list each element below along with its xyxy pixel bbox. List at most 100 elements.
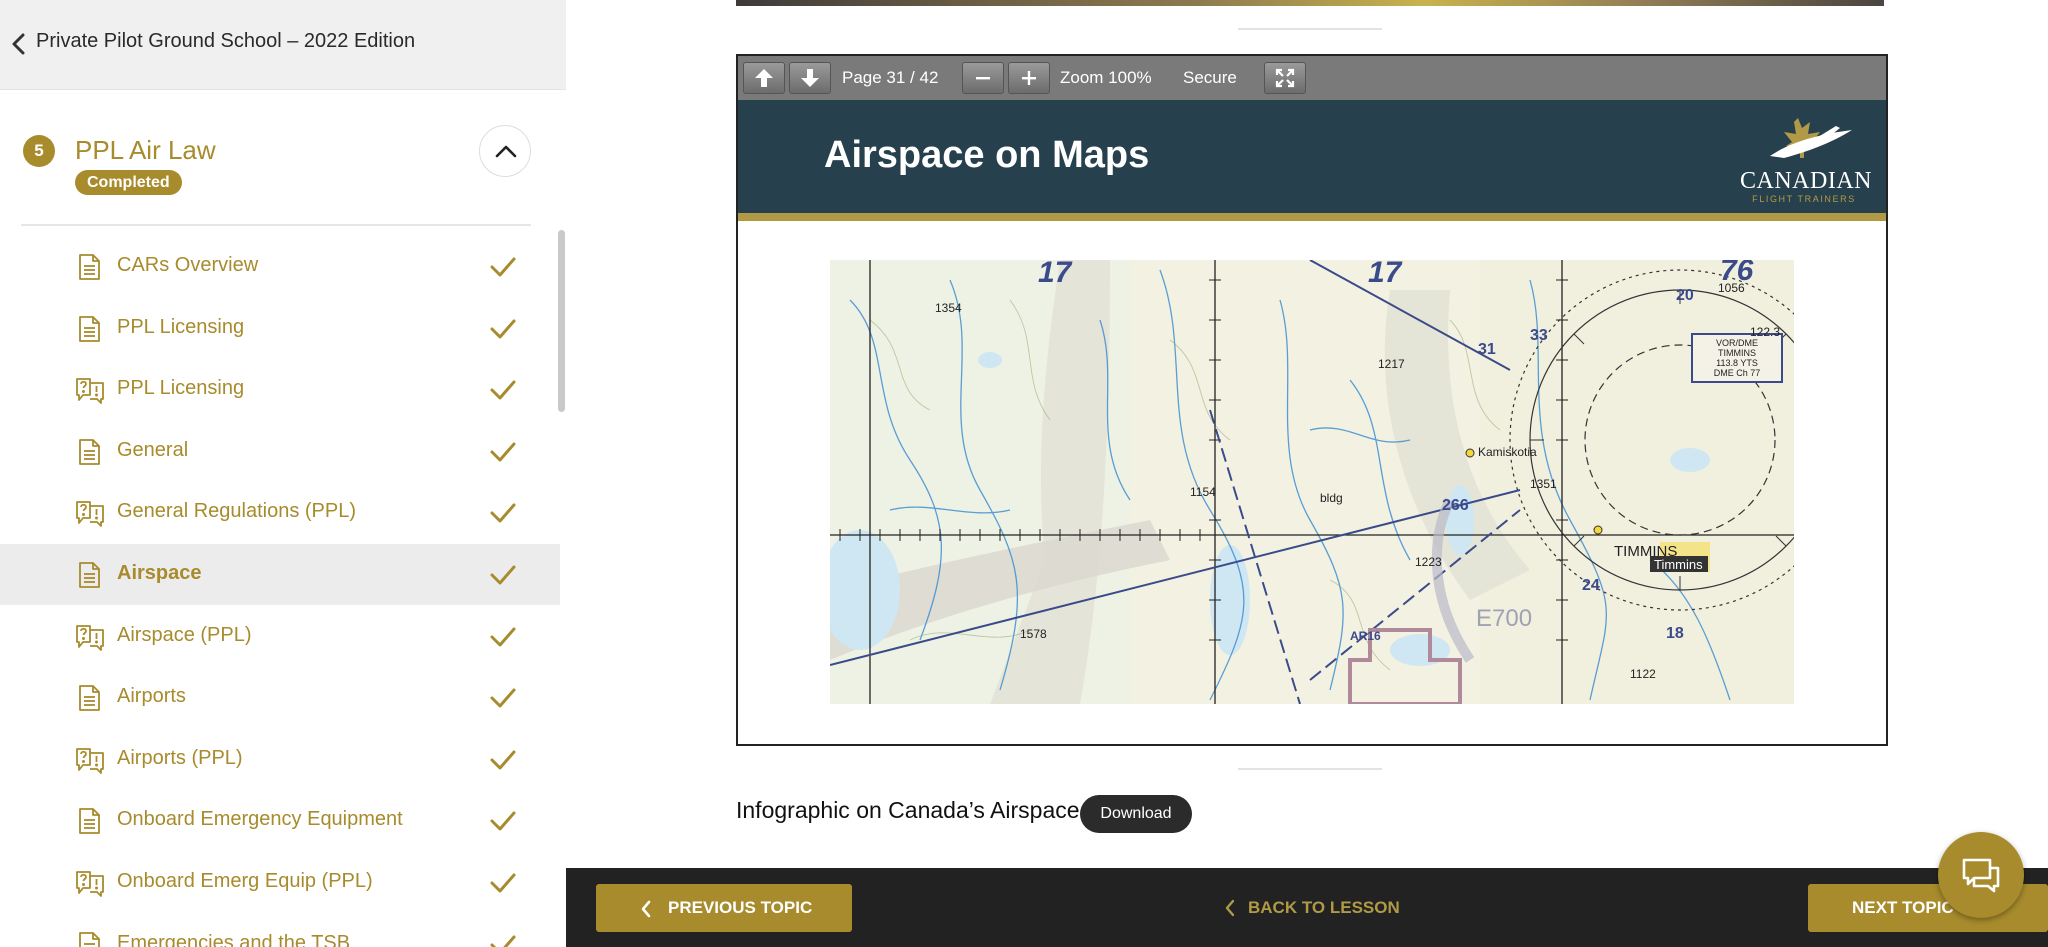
svg-text:17: 17 — [1368, 260, 1403, 289]
quiz-icon — [74, 745, 104, 775]
maple-leaf-plane-icon — [1770, 118, 1852, 158]
brand-name: CANADIAN — [1740, 168, 1872, 194]
check-icon — [489, 808, 517, 834]
checkmark-icon — [490, 688, 516, 708]
plus-icon — [1022, 71, 1036, 85]
lesson-number: 5 — [23, 135, 55, 167]
topic-label[interactable]: General Regulations (PPL) — [117, 500, 356, 523]
svg-text:Kamiskotia: Kamiskotia — [1478, 445, 1537, 459]
page-indicator: Page 31 / 42 — [842, 68, 939, 87]
chevron-left-icon[interactable] — [8, 31, 30, 57]
topic-item[interactable]: Airspace (PPL) — [0, 606, 560, 667]
topic-label[interactable]: General — [117, 439, 188, 462]
topic-item[interactable]: Airports (PPL) — [0, 729, 560, 790]
svg-text:bldg: bldg — [1320, 491, 1343, 505]
svg-text:113.8 YTS: 113.8 YTS — [1716, 358, 1758, 368]
topic-item[interactable]: Emergencies and the TSB — [0, 914, 560, 947]
svg-text:24: 24 — [1582, 577, 1600, 594]
divider — [1238, 28, 1382, 30]
previous-topic-button[interactable]: PREVIOUS TOPIC — [596, 884, 852, 932]
chevron-up-icon — [495, 145, 517, 158]
topic-item[interactable]: PPL Licensing — [0, 359, 560, 420]
topic-item[interactable]: Airspace — [0, 544, 560, 605]
svg-text:Timmins: Timmins — [1654, 557, 1703, 572]
topic-label[interactable]: Airports — [117, 685, 186, 708]
divider — [21, 224, 531, 226]
checkmark-icon — [490, 811, 516, 831]
topic-label[interactable]: PPL Licensing — [117, 377, 244, 400]
svg-text:AR16: AR16 — [1350, 629, 1381, 643]
chat-button[interactable] — [1938, 832, 2024, 918]
svg-text:17: 17 — [1038, 260, 1073, 289]
topic-label[interactable]: Emergencies and the TSB — [117, 932, 350, 947]
document-icon — [74, 930, 104, 947]
fullscreen-button[interactable] — [1264, 62, 1306, 94]
topic-item[interactable]: Onboard Emergency Equipment — [0, 790, 560, 851]
check-icon — [489, 316, 517, 342]
topic-label[interactable]: Onboard Emergency Equipment — [117, 808, 403, 831]
document-icon — [74, 437, 104, 467]
topic-label[interactable]: Airspace (PPL) — [117, 624, 252, 647]
topic-label[interactable]: CARs Overview — [117, 254, 258, 277]
check-icon — [489, 932, 517, 947]
course-header: Private Pilot Ground School – 2022 Editi… — [0, 0, 566, 90]
brand-tagline: FLIGHT TRAINERS — [1752, 194, 1856, 204]
topic-item[interactable]: Onboard Emerg Equip (PPL) — [0, 852, 560, 913]
next-page-button[interactable] — [789, 62, 831, 94]
chevron-left-icon — [641, 900, 651, 918]
svg-text:VOR/DME: VOR/DME — [1716, 338, 1758, 348]
arrow-up-icon — [755, 69, 773, 87]
status-badge: Completed — [75, 170, 182, 195]
svg-text:1223: 1223 — [1415, 555, 1442, 569]
zoom-level: Zoom 100% — [1060, 68, 1152, 87]
zoom-in-button[interactable] — [1008, 62, 1050, 94]
chevron-left-icon — [1225, 899, 1235, 917]
svg-text:266: 266 — [1442, 497, 1469, 514]
svg-text:18: 18 — [1666, 625, 1684, 642]
document-icon — [74, 683, 104, 713]
topic-navigation-bar: PREVIOUS TOPIC BACK TO LESSON NEXT TOPIC — [566, 832, 2048, 947]
quiz-icon — [74, 622, 104, 652]
svg-text:1351: 1351 — [1530, 477, 1557, 491]
zoom-out-button[interactable] — [962, 62, 1004, 94]
check-icon — [489, 377, 517, 403]
pdf-toolbar: Page 31 / 42 Zoom 100% Secure — [738, 56, 1886, 100]
topic-label[interactable]: Airports (PPL) — [117, 747, 243, 770]
attachment-caption: Infographic on Canada’s Airspace — [736, 797, 1080, 823]
quiz-icon — [74, 375, 104, 405]
checkmark-icon — [490, 873, 516, 893]
topic-item[interactable]: General — [0, 421, 560, 482]
previous-image-edge — [736, 0, 1884, 6]
svg-text:1217: 1217 — [1378, 357, 1405, 371]
topic-item[interactable]: General Regulations (PPL) — [0, 482, 560, 543]
download-button[interactable]: Download — [1080, 795, 1192, 833]
divider — [1238, 768, 1382, 770]
course-title[interactable]: Private Pilot Ground School – 2022 Editi… — [36, 30, 415, 53]
svg-text:TIMMINS: TIMMINS — [1718, 348, 1756, 358]
svg-text:1578: 1578 — [1020, 627, 1047, 641]
checkmark-icon — [490, 380, 516, 400]
topic-label[interactable]: Airspace — [117, 562, 202, 585]
quiz-icon — [74, 868, 104, 898]
topic-item[interactable]: CARs Overview — [0, 236, 560, 297]
lesson-header[interactable]: 5 PPL Air Law Completed — [0, 92, 560, 224]
document-icon — [74, 806, 104, 836]
lesson-collapse-button[interactable] — [479, 125, 531, 177]
checkmark-icon — [490, 503, 516, 523]
previous-page-button[interactable] — [743, 62, 785, 94]
svg-text:1354: 1354 — [935, 301, 962, 315]
pdf-viewer: Page 31 / 42 Zoom 100% Secure Airspace o… — [736, 54, 1888, 746]
svg-text:1154: 1154 — [1190, 485, 1216, 499]
back-to-lesson-link[interactable]: BACK TO LESSON — [1225, 898, 1400, 918]
svg-text:20: 20 — [1676, 287, 1694, 304]
checkmark-icon — [490, 627, 516, 647]
svg-text:E700: E700 — [1476, 605, 1532, 632]
sidebar-scrollbar[interactable] — [558, 230, 565, 412]
slide-header: Airspace on Maps CANADIAN FLIGHT TRAINER… — [738, 100, 1886, 221]
lesson-title[interactable]: PPL Air Law — [75, 135, 216, 166]
topic-label[interactable]: PPL Licensing — [117, 316, 244, 339]
topic-label[interactable]: Onboard Emerg Equip (PPL) — [117, 870, 373, 893]
topic-item[interactable]: PPL Licensing — [0, 298, 560, 359]
topic-item[interactable]: Airports — [0, 667, 560, 728]
svg-text:31: 31 — [1478, 341, 1496, 358]
